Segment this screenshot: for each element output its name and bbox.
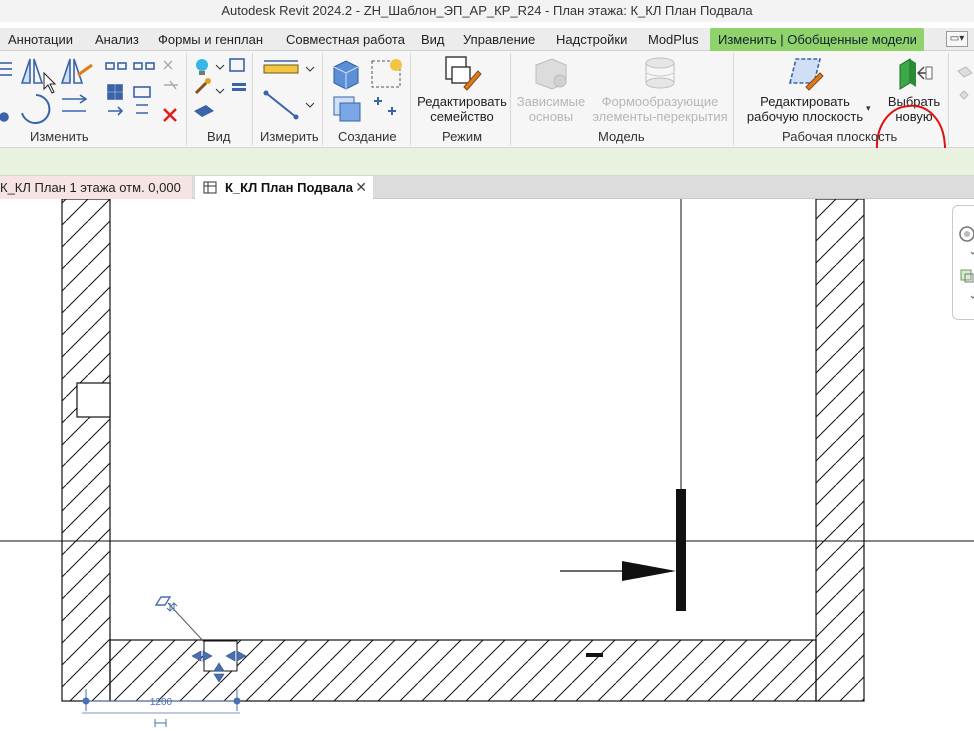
tab-modify-generic-models[interactable]: Изменить | Обобщенные модели (710, 28, 924, 51)
tab-modplus[interactable]: ModPlus (648, 28, 699, 51)
wall-niche[interactable] (76, 382, 111, 418)
tab-massing-site[interactable]: Формы и генплан (158, 28, 263, 51)
ribbon: Изменить Вид Измерить Создание Редактиро… (0, 51, 974, 195)
workplane-dropdown-icon[interactable]: ▾ (866, 103, 871, 114)
panel-label-create: Создание (338, 129, 397, 144)
panel-label-model: Модель (598, 129, 645, 144)
dimension-value[interactable]: 1200 (150, 697, 173, 708)
left-wall[interactable] (61, 199, 111, 702)
edit-workplane-icon[interactable] (786, 55, 826, 91)
measure-tools-icon[interactable] (262, 57, 322, 123)
right-wall[interactable] (815, 199, 865, 702)
overflow-tools-icon (957, 66, 973, 100)
edit-workplane-button[interactable]: Редактировать рабочую плоскость (742, 94, 868, 124)
view-tools-icon[interactable] (192, 55, 252, 125)
options-bar (0, 148, 974, 176)
create-tools-icon[interactable] (328, 55, 408, 125)
pick-new-workplane-icon[interactable] (896, 55, 936, 91)
zoom-region-icon[interactable] (960, 269, 974, 283)
close-icon[interactable]: ✕ (355, 176, 367, 199)
edit-family-button[interactable]: Редактировать семейство (416, 94, 508, 124)
panel-label-workplane: Рабочая плоскость (782, 129, 898, 144)
view-tab-bar: К_КЛ План 1 этажа отм. 0,000 К_КЛ План П… (0, 176, 974, 199)
tab-view[interactable]: Вид (421, 28, 445, 51)
navigation-bar (952, 205, 974, 320)
ribbon-minimize-icon[interactable]: ▭▾ (946, 31, 968, 47)
floor-plan-icon (203, 181, 217, 194)
panel-label-modify: Изменить (30, 129, 89, 144)
view-tab-basement-plan[interactable]: К_КЛ План Подвала ✕ (195, 176, 373, 199)
steering-wheel-icon[interactable] (959, 226, 974, 242)
panel-label-view: Вид (207, 129, 231, 144)
view-tab-first-floor[interactable]: К_КЛ План 1 этажа отм. 0,000 (0, 176, 192, 199)
tab-annotations[interactable]: Аннотации (8, 28, 73, 51)
drawing-canvas[interactable]: 1200 (0, 199, 974, 731)
tab-collaborate[interactable]: Совместная работа (286, 28, 405, 51)
section-marker[interactable] (676, 489, 686, 611)
tab-addins[interactable]: Надстройки (556, 28, 627, 51)
edit-family-icon[interactable] (442, 55, 482, 91)
panel-label-mode: Режим (442, 129, 483, 144)
small-dash (586, 653, 603, 657)
tab-manage[interactable]: Управление (463, 28, 535, 51)
view-tab-label: К_КЛ План Подвала (225, 180, 354, 195)
workplane-tag-icon[interactable] (154, 596, 178, 612)
modify-tools-icon[interactable] (0, 55, 190, 127)
form-elements-icon (645, 57, 675, 89)
tab-analysis[interactable]: Анализ (95, 28, 139, 51)
dependent-bases-button[interactable]: Зависимые основы (512, 94, 590, 124)
form-elements-button[interactable]: Формообразующие элементы-перекрытия (590, 94, 730, 124)
dependent-bases-icon (535, 58, 567, 90)
ribbon-tab-bar: Аннотации Анализ Формы и генплан Совмест… (0, 28, 974, 51)
window-title: Autodesk Revit 2024.2 - ZH_Шаблон_ЭП_АР_… (0, 0, 974, 22)
panel-label-measure: Измерить (260, 129, 319, 144)
arrow-head (622, 561, 676, 581)
